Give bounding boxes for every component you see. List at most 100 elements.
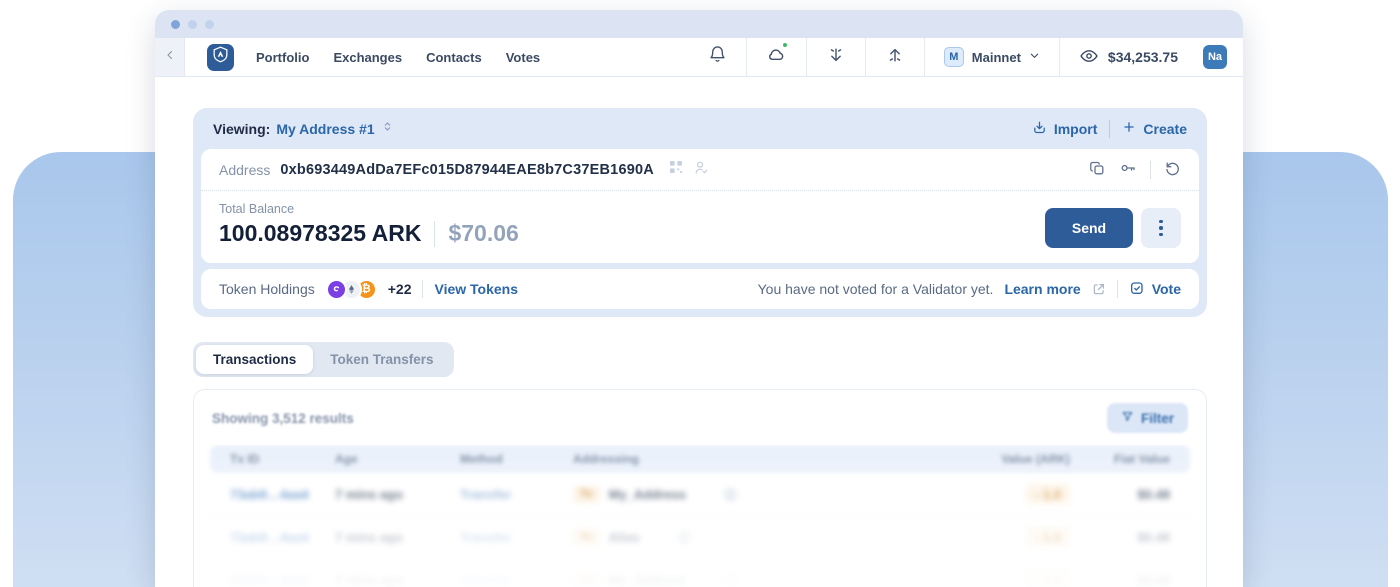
value-cell: - 1.0 xyxy=(930,570,1070,587)
copy-icon xyxy=(1089,160,1106,180)
col-fiat[interactable]: Fiat Value xyxy=(1070,452,1170,466)
tab-token-transfers[interactable]: Token Transfers xyxy=(313,345,450,374)
ark-logo[interactable] xyxy=(207,44,234,71)
window-titlebar xyxy=(155,10,1243,38)
value-cell: - 1.0 xyxy=(930,527,1070,547)
tx-id-link[interactable]: 73ab9…4aa4 xyxy=(230,487,335,502)
divider xyxy=(422,280,423,298)
table-row[interactable]: 73ab9…4aa4 7 mins ago Transfer To My_Add… xyxy=(210,473,1190,516)
tab-transactions[interactable]: Transactions xyxy=(196,345,313,374)
age-cell: 7 mins ago xyxy=(335,530,460,545)
avatar[interactable]: Na xyxy=(1203,45,1227,69)
age-cell: 7 mins ago xyxy=(335,573,460,587)
more-tokens-count: +22 xyxy=(388,281,412,297)
age-cell: 7 mins ago xyxy=(335,487,460,502)
create-button[interactable]: Create xyxy=(1122,120,1187,137)
nav-votes[interactable]: Votes xyxy=(506,50,540,65)
method-cell: Transfer xyxy=(460,573,573,587)
viewing-header: Viewing: My Address #1 Import xyxy=(201,108,1199,149)
window-control-dot[interactable] xyxy=(188,20,197,29)
vote-label: Vote xyxy=(1152,281,1181,297)
unfold-selector-icon[interactable] xyxy=(381,119,394,139)
send-nav-button[interactable] xyxy=(865,38,924,76)
import-button[interactable]: Import xyxy=(1032,120,1098,138)
transactions-table-card: Showing 3,512 results Filter Tx ID Age M… xyxy=(193,389,1207,587)
vote-button[interactable]: Vote xyxy=(1129,280,1181,299)
learn-more-link[interactable]: Learn more xyxy=(1004,281,1080,297)
method-cell: Transfer xyxy=(460,487,573,502)
copy-address-button[interactable] xyxy=(1089,160,1106,180)
portfolio-balance-value: $34,253.75 xyxy=(1108,49,1178,65)
send-button[interactable]: Send xyxy=(1045,208,1133,248)
arrow-down-icon xyxy=(826,45,846,70)
fiat-balance: $70.06 xyxy=(448,220,518,247)
table-row[interactable]: 73ab9…4aa4 7 mins ago Transfer To Alias … xyxy=(210,516,1190,559)
top-navbar: Portfolio Exchanges Contacts Votes xyxy=(155,38,1243,77)
contact-circle-icon[interactable] xyxy=(723,573,738,587)
nav-portfolio[interactable]: Portfolio xyxy=(256,50,309,65)
fiat-cell: $0.48 xyxy=(1070,573,1170,587)
arrow-up-icon xyxy=(885,45,905,70)
more-actions-button[interactable] xyxy=(1141,208,1181,248)
contact-circle-icon[interactable] xyxy=(723,487,738,502)
table-header-row: Tx ID Age Method Addressing Value (ARK) … xyxy=(210,445,1190,473)
table-row[interactable]: 73ab9…4aa4 7 mins ago Transfer To My_Add… xyxy=(210,559,1190,587)
purple-token-icon xyxy=(326,279,347,300)
receive-button[interactable] xyxy=(806,38,865,76)
chevron-down-icon xyxy=(1029,48,1040,66)
divider xyxy=(1150,161,1151,179)
contact-circle-icon[interactable] xyxy=(677,530,692,545)
view-tokens-link[interactable]: View Tokens xyxy=(434,281,518,297)
back-button[interactable] xyxy=(155,38,185,76)
divider xyxy=(1109,120,1110,138)
address-selector[interactable]: My Address #1 xyxy=(276,121,374,137)
notifications-button[interactable] xyxy=(689,38,746,76)
server-status-button[interactable] xyxy=(746,38,806,76)
tx-id-link[interactable]: 73ab9…4aa4 xyxy=(230,530,335,545)
navbar-right: M Mainnet $34,253.75 Na xyxy=(689,38,1243,76)
col-value[interactable]: Value (ARK) xyxy=(930,452,1070,466)
bell-icon xyxy=(708,45,727,69)
tx-id-link[interactable]: 73ab9…4aa4 xyxy=(230,573,335,587)
navbar-left: Portfolio Exchanges Contacts Votes xyxy=(185,38,689,76)
value-cell: - 1.0 xyxy=(930,484,1070,504)
nav-exchanges[interactable]: Exchanges xyxy=(333,50,402,65)
counterparty-name: Alias xyxy=(609,530,640,545)
viewing-label: Viewing: xyxy=(213,121,270,137)
filter-button[interactable]: Filter xyxy=(1107,403,1188,433)
main-content: Viewing: My Address #1 Import xyxy=(155,77,1243,587)
rotate-ccw-icon xyxy=(1164,160,1181,180)
portfolio-balance[interactable]: $34,253.75 xyxy=(1059,38,1197,76)
col-tx-id[interactable]: Tx ID xyxy=(230,452,335,466)
keys-button[interactable] xyxy=(1119,159,1137,180)
window-control-dot[interactable] xyxy=(171,20,180,29)
network-selector[interactable]: M Mainnet xyxy=(924,38,1059,76)
shield-icon xyxy=(211,45,230,69)
vote-check-icon xyxy=(1129,280,1145,299)
results-summary: Showing 3,512 results xyxy=(212,411,354,426)
window-control-dot[interactable] xyxy=(205,20,214,29)
refresh-button[interactable] xyxy=(1164,160,1181,180)
col-addressing[interactable]: Addressing xyxy=(573,452,930,466)
divider xyxy=(1117,280,1118,298)
screenshot-canvas: Portfolio Exchanges Contacts Votes xyxy=(0,0,1400,587)
col-age[interactable]: Age xyxy=(335,452,460,466)
verified-contact-icon[interactable] xyxy=(693,159,710,181)
direction-badge: To xyxy=(573,486,600,503)
qr-code-icon[interactable] xyxy=(668,159,684,180)
chevron-left-icon xyxy=(164,48,176,66)
online-status-dot xyxy=(781,41,789,49)
direction-badge: To xyxy=(573,529,600,546)
network-badge: M xyxy=(944,47,964,67)
token-icon-stack: ₿ xyxy=(326,279,377,300)
nav-contacts[interactable]: Contacts xyxy=(426,50,482,65)
key-icon xyxy=(1119,159,1137,180)
crypto-balance: 100.08978325 ARK xyxy=(219,220,421,247)
address-card: Address 0xb693449AdDa7EFc015D87944EAE8b7… xyxy=(201,149,1199,263)
network-label: Mainnet xyxy=(972,50,1021,65)
eye-icon xyxy=(1079,46,1099,69)
addressing-cell: To My_Address xyxy=(573,486,930,503)
col-method[interactable]: Method xyxy=(460,452,573,466)
avatar-wrap: Na xyxy=(1197,38,1243,76)
import-icon xyxy=(1032,120,1047,138)
